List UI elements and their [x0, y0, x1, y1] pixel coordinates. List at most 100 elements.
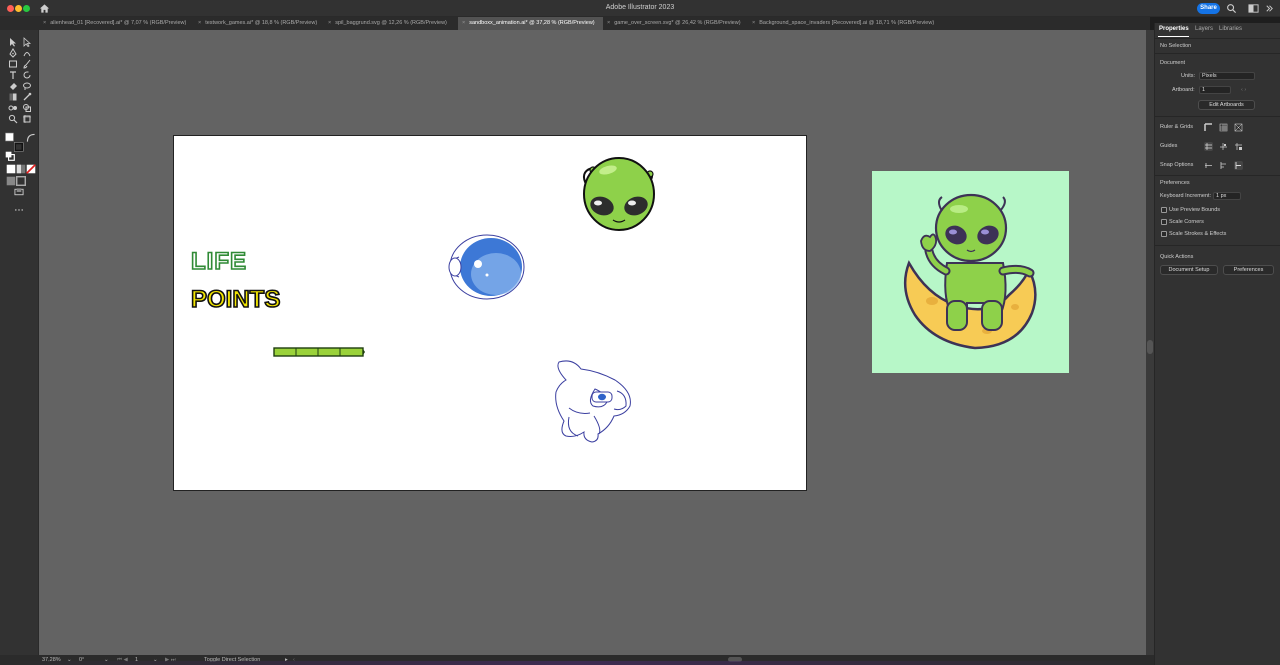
keyboard-increment-input[interactable]: 1 px	[1213, 192, 1241, 200]
pen-tool-icon[interactable]	[8, 48, 18, 58]
tab-spil-baggrund[interactable]: × spil_baggrund.svg @ 12,26 % (RGB/Previe…	[324, 17, 458, 30]
divider	[1155, 175, 1280, 176]
screen-mode-icon[interactable]	[14, 187, 25, 197]
home-icon[interactable]	[39, 3, 50, 14]
stroke-swatch[interactable]	[14, 142, 32, 159]
artboard-nav-arrows[interactable]: ‹ ›	[1241, 87, 1246, 93]
selection-tool-icon[interactable]	[8, 37, 18, 47]
scale-corners-checkbox[interactable]	[1161, 219, 1167, 225]
tab-label: alienhead_01 [Recovered].ai* @ 7,07 % (R…	[50, 20, 187, 26]
tab-close-icon[interactable]: ×	[43, 17, 46, 30]
document-heading: Document	[1160, 60, 1186, 66]
tab-close-icon[interactable]: ×	[328, 17, 331, 30]
tab-close-icon[interactable]: ×	[752, 17, 755, 30]
units-select[interactable]: Pixels	[1199, 72, 1255, 80]
document-setup-button[interactable]: Document Setup	[1160, 265, 1218, 275]
divider	[1155, 245, 1280, 246]
tab-libraries[interactable]: Libraries	[1219, 26, 1242, 32]
type-tool-icon[interactable]	[8, 70, 18, 80]
artboard-1[interactable]: LIFE POINTS	[173, 135, 807, 491]
units-value: Pixels	[1202, 73, 1217, 79]
preferences-heading: Preferences	[1160, 180, 1190, 186]
zoom-tool-icon[interactable]	[8, 114, 18, 124]
tab-close-icon[interactable]: ×	[198, 17, 201, 30]
tab-testwork-games[interactable]: × testwork_games.ai* @ 18,8 % (RGB/Previe…	[194, 17, 324, 30]
ruler-icon[interactable]	[1204, 123, 1213, 132]
eraser-tool-icon[interactable]	[8, 81, 18, 91]
tab-close-icon[interactable]: ×	[462, 17, 465, 30]
transparency-grid-icon[interactable]	[1234, 123, 1243, 132]
scale-strokes-checkbox[interactable]	[1161, 231, 1167, 237]
astronaut-body-outline[interactable]	[555, 360, 631, 443]
life-text[interactable]: LIFE	[190, 247, 247, 276]
tab-layers[interactable]: Layers	[1195, 26, 1213, 32]
snap-to-glyph-icon[interactable]	[1219, 161, 1228, 170]
chevrons-icon[interactable]	[1264, 3, 1275, 14]
tab-properties[interactable]: Properties	[1159, 26, 1189, 32]
selection-status: No Selection	[1160, 43, 1192, 49]
vertical-scrollbar[interactable]	[1146, 30, 1154, 655]
smart-guides-icon[interactable]	[1219, 142, 1228, 151]
scale-corners-label: Scale Corners	[1169, 219, 1204, 225]
tab-label: testwork_games.ai* @ 18,8 % (RGB/Preview…	[205, 20, 318, 26]
quick-actions-heading: Quick Actions	[1160, 254, 1194, 260]
paintbrush-tool-icon[interactable]	[22, 59, 32, 69]
tools-panel	[0, 30, 39, 655]
tab-game-over-screen[interactable]: × game_over_screen.svg* @ 26,42 % (RGB/Pr…	[603, 17, 748, 30]
scrollbar-thumb[interactable]	[1147, 340, 1153, 354]
swap-fill-stroke-icon[interactable]	[26, 133, 35, 142]
lock-guides-icon[interactable]	[1234, 142, 1243, 151]
alien-head[interactable]	[582, 157, 655, 231]
edit-artboards-button[interactable]: Edit Artboards	[1198, 100, 1255, 110]
grid-icon[interactable]	[1219, 123, 1228, 132]
lasso-tool-icon[interactable]	[22, 81, 32, 91]
astronaut-helmet[interactable]	[448, 234, 525, 300]
preferences-button[interactable]: Preferences	[1223, 265, 1274, 275]
rectangle-tool-icon[interactable]	[8, 59, 18, 69]
use-preview-bounds-checkbox[interactable]	[1161, 207, 1167, 213]
blend-tool-icon[interactable]	[8, 103, 18, 113]
artboard-select[interactable]: 1	[1199, 86, 1231, 94]
share-button[interactable]: Share	[1197, 3, 1220, 14]
color-mode-icon[interactable]	[6, 164, 16, 174]
workspace-icon[interactable]	[1248, 3, 1259, 14]
more-tools-icon[interactable]	[14, 205, 25, 211]
shape-builder-tool-icon[interactable]	[22, 103, 32, 113]
direct-selection-tool-icon[interactable]	[22, 37, 32, 47]
draw-behind-icon[interactable]	[16, 176, 26, 186]
health-bar[interactable]	[273, 347, 365, 357]
divider	[1155, 53, 1280, 54]
title-bar: Adobe Illustrator 2023 Share	[0, 0, 1280, 17]
minimize-window-button[interactable]	[15, 5, 22, 12]
gradient-mode-icon[interactable]	[16, 164, 26, 174]
artboard-artwork: LIFE POINTS	[190, 157, 655, 443]
draw-normal-icon[interactable]	[6, 176, 16, 186]
tab-sandboxx-animation[interactable]: × sandboxx_animation.ai* @ 37,28 % (RGB/P…	[458, 17, 603, 30]
artboard-tool-icon[interactable]	[22, 114, 32, 124]
tab-close-icon[interactable]: ×	[607, 17, 610, 30]
divider	[1155, 38, 1280, 39]
none-mode-icon[interactable]	[26, 164, 36, 174]
artboard-value: 1	[1202, 87, 1206, 93]
default-colors-icon[interactable]	[5, 151, 15, 161]
keyboard-increment-label: Keyboard Increment:	[1160, 193, 1212, 199]
tab-background-space-invaders[interactable]: × Background_space_invaders [Recovered].a…	[748, 17, 948, 30]
zoom-window-button[interactable]	[23, 5, 30, 12]
snap-to-point-icon[interactable]	[1204, 161, 1213, 170]
snap-to-pixel-icon[interactable]	[1234, 161, 1243, 170]
canvas-area[interactable]: LIFE POINTS	[39, 30, 1146, 655]
properties-panel: Properties Layers Libraries No Selection…	[1154, 23, 1280, 665]
tab-label: game_over_screen.svg* @ 26,42 % (RGB/Pre…	[614, 20, 741, 26]
show-guides-icon[interactable]	[1204, 142, 1213, 151]
guides-label: Guides	[1160, 143, 1178, 149]
rotate-tool-icon[interactable]	[22, 70, 32, 80]
curvature-tool-icon[interactable]	[22, 48, 32, 58]
search-icon[interactable]	[1226, 3, 1237, 14]
tab-alienhead[interactable]: × alienhead_01 [Recovered].ai* @ 7,07 % (…	[39, 17, 194, 30]
gradient-tool-icon[interactable]	[8, 92, 18, 102]
points-text[interactable]: POINTS	[190, 285, 281, 314]
close-window-button[interactable]	[7, 5, 14, 12]
artboard-2[interactable]	[872, 171, 1069, 373]
eyedropper-tool-icon[interactable]	[22, 92, 32, 102]
use-preview-bounds-label: Use Preview Bounds	[1169, 207, 1221, 213]
